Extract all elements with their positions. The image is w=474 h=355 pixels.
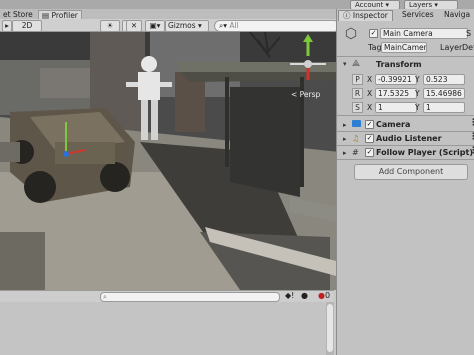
follow-player-settings-icon[interactable]: ⋮: [469, 146, 474, 156]
x-axis-label: X: [367, 89, 373, 98]
info-icon: ⓘ: [343, 11, 351, 20]
scale-y: 1: [426, 103, 431, 112]
rotation-y-field[interactable]: 15.46986: [423, 88, 465, 99]
audio-listener-icon: ♫: [352, 134, 360, 143]
tab-inspector[interactable]: ⓘ Inspector: [338, 10, 393, 21]
divider: [337, 131, 474, 132]
position-x: -0.39921: [378, 75, 412, 84]
component-title-follow-player: Follow Player (Script): [376, 148, 473, 157]
y-axis-label: Y: [415, 103, 420, 112]
follow-player-enabled-checkbox[interactable]: ✓: [365, 148, 374, 157]
rotation-x-field[interactable]: 17.5325: [375, 88, 417, 99]
error-count-icon[interactable]: ●0: [318, 291, 330, 300]
top-strip: [0, 0, 474, 9]
search-placeholder: All: [229, 21, 239, 30]
divider: [337, 56, 474, 57]
tag-dropdown[interactable]: MainCamer: [381, 42, 427, 53]
persp-label[interactable]: < Persp: [291, 90, 320, 99]
scale-x: 1: [378, 103, 383, 112]
scene-search-input[interactable]: ⌕▾ All: [214, 20, 340, 32]
mode-2d-label: 2D: [21, 21, 33, 30]
scene-render: [0, 32, 340, 290]
transform-icon: ⟁: [352, 59, 361, 69]
error-count: 0: [324, 291, 331, 300]
gizmos-label: Gizmos: [168, 21, 196, 30]
gizmos-dropdown[interactable]: Gizmos ▾: [165, 20, 209, 32]
divider: [337, 145, 474, 146]
layer-value[interactable]: Def: [462, 43, 474, 52]
vehicle-model: [10, 108, 135, 203]
console-log-area[interactable]: [0, 302, 326, 355]
component-title-audio-listener: Audio Listener: [376, 134, 442, 143]
script-icon: #: [352, 148, 359, 157]
account-label: Account: [355, 1, 384, 9]
position-y: 0.523: [426, 75, 448, 84]
search-icon: ⌕: [103, 293, 107, 301]
x-axis-label: X: [367, 75, 373, 84]
mode-2d-toggle[interactable]: 2D: [12, 20, 42, 32]
rotation-y: 15.46986: [426, 89, 462, 98]
chevron-down-icon: ▾: [385, 1, 390, 9]
tab-label: Services: [402, 10, 434, 19]
rotation-label: R: [352, 88, 363, 99]
tab-navigation[interactable]: Naviga: [440, 10, 474, 20]
position-y-field[interactable]: 0.523: [423, 74, 465, 85]
foldout-transform-icon[interactable]: ▾: [343, 60, 347, 68]
layers-label: Layers: [409, 1, 433, 9]
rotation-x: 17.5325: [378, 89, 410, 98]
y-axis-label: Y: [415, 89, 420, 98]
component-title-camera: Camera: [376, 120, 411, 129]
collapse-icon[interactable]: ◆!: [285, 291, 294, 300]
lighting-toggle-icon[interactable]: ☀: [100, 20, 120, 32]
divider: [337, 115, 474, 116]
y-axis-label: Y: [415, 75, 420, 84]
info-icon[interactable]: ●: [301, 291, 308, 300]
tab-services[interactable]: Services: [398, 10, 438, 20]
effects-tools-icon[interactable]: ✕: [126, 20, 142, 32]
add-component-button[interactable]: Add Component: [354, 164, 468, 180]
scale-x-field[interactable]: 1: [375, 102, 417, 113]
audio-listener-enabled-checkbox[interactable]: ✓: [365, 134, 374, 143]
tab-asset-store[interactable]: et Store: [0, 10, 36, 19]
chevron-down-icon: ▾: [434, 1, 438, 9]
console-search-input[interactable]: ⌕: [100, 292, 280, 302]
scale-label: S: [352, 102, 363, 113]
position-label: P: [352, 74, 363, 85]
add-component-label: Add Component: [378, 167, 444, 176]
object-name: Main Camera: [383, 29, 433, 38]
scene-view[interactable]: < Persp: [0, 32, 340, 290]
shading-mode-icon[interactable]: ▸: [2, 20, 12, 32]
object-name-field[interactable]: Main Camera: [380, 28, 468, 39]
position-x-field[interactable]: -0.39921: [375, 74, 417, 85]
camera-dropdown-icon[interactable]: ▣▾: [145, 20, 165, 32]
divider: [337, 159, 474, 160]
transform-title: Transform: [376, 60, 422, 69]
gameobject-cube-icon: ⬡: [344, 26, 358, 42]
camera-settings-icon[interactable]: ⋮: [469, 118, 474, 128]
foldout-camera-icon[interactable]: ▸: [343, 121, 347, 129]
foldout-audio-listener-icon[interactable]: ▸: [343, 135, 347, 143]
scale-y-field[interactable]: 1: [423, 102, 465, 113]
tag-value: MainCamer: [384, 43, 427, 52]
search-icon: ⌕▾: [219, 21, 227, 30]
chevron-down-icon: ▾: [195, 21, 202, 30]
camera-icon: [352, 120, 361, 127]
console-scrollbar-thumb[interactable]: [327, 304, 333, 352]
foldout-follow-player-icon[interactable]: ▸: [343, 149, 347, 157]
tab-label: Inspector: [352, 11, 388, 20]
tab-label: Naviga: [444, 10, 471, 19]
layer-label: Layer: [440, 43, 463, 52]
camera-enabled-checkbox[interactable]: ✓: [365, 120, 374, 129]
audio-listener-settings-icon[interactable]: ⋮: [469, 132, 474, 142]
x-axis-label: X: [367, 103, 373, 112]
tab-label: et Store: [3, 10, 33, 19]
active-checkbox[interactable]: ✓: [369, 29, 378, 38]
static-label: S: [466, 29, 472, 38]
tag-label: Tag: [368, 43, 382, 52]
